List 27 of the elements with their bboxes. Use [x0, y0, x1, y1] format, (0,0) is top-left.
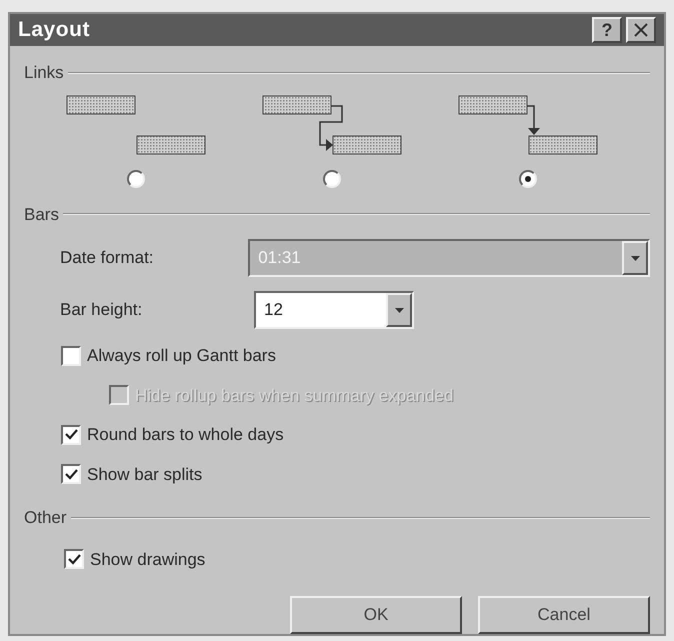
- field-label: Bar height:: [60, 299, 144, 322]
- radio-button[interactable]: [127, 170, 145, 188]
- checkbox[interactable]: [61, 464, 81, 484]
- checkmark-icon: [64, 468, 78, 480]
- checkbox[interactable]: [61, 424, 81, 445]
- help-button[interactable]: ?: [592, 17, 622, 43]
- checkmark-icon: [68, 554, 80, 565]
- group-label: Bars: [24, 204, 59, 226]
- dropdown-field[interactable]: 12: [254, 291, 414, 329]
- checkmark-icon: [64, 429, 78, 440]
- checkbox-label: Always roll up Gantt bars: [87, 345, 276, 367]
- radio-button[interactable]: [519, 170, 537, 188]
- close-icon: [633, 23, 649, 37]
- checkbox-label: Show bar splits: [87, 464, 202, 486]
- checkbox-label: Hide rollup bars when summary expanded: [135, 384, 454, 408]
- field-label: Date format:: [60, 247, 155, 270]
- radio-button[interactable]: [323, 170, 341, 188]
- window-title: Layout: [18, 17, 91, 44]
- checkbox[interactable]: [64, 549, 84, 570]
- dialog-button[interactable]: OK: [290, 596, 462, 634]
- group-label: Links: [24, 62, 64, 84]
- checkbox[interactable]: [61, 346, 81, 366]
- checkbox-label: Show drawings: [90, 548, 206, 570]
- dialog-button[interactable]: Cancel: [478, 596, 650, 634]
- close-button[interactable]: [626, 17, 656, 43]
- checkbox-label: Round bars to whole days: [87, 424, 284, 446]
- group-label: Other: [24, 507, 67, 529]
